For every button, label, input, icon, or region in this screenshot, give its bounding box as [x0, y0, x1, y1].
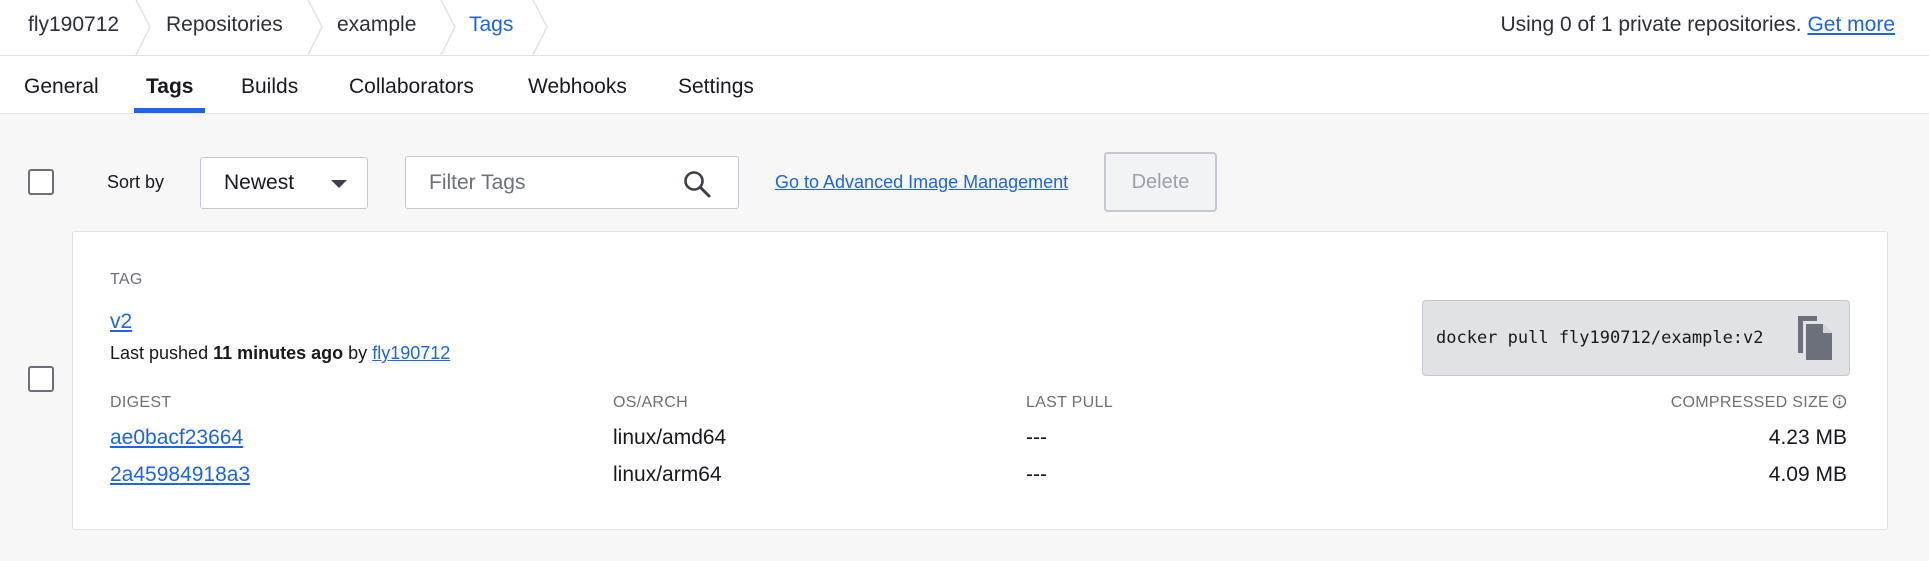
digest-column-header: DIGEST [110, 394, 172, 411]
top-bar: fly190712 Repositories example Tags Usin… [0, 0, 1929, 56]
chevron-separator-icon [135, 0, 151, 55]
chevron-down-icon [331, 180, 347, 188]
last-pull-column-header: LAST PULL [1026, 394, 1113, 411]
os-arch-value: linux/amd64 [613, 426, 727, 449]
pull-command: docker pull fly190712/example:v2 [1436, 328, 1764, 348]
select-all-checkbox[interactable] [28, 169, 54, 195]
filter-tags-input[interactable] [406, 157, 676, 208]
info-icon[interactable] [1832, 394, 1847, 409]
os-arch-value: linux/arm64 [613, 463, 722, 486]
usage-text: Using 0 of 1 private repositories. [1500, 13, 1802, 36]
pushed-time: 11 minutes ago [213, 343, 344, 363]
advanced-image-management-link[interactable]: Go to Advanced Image Management [775, 172, 1068, 193]
repo-tabs: General Tags Builds Collaborators Webhoo… [0, 56, 1929, 114]
pushed-by-word: by [348, 343, 368, 363]
tab-builds[interactable]: Builds [229, 56, 310, 113]
tag-name-link[interactable]: v2 [110, 310, 132, 334]
compressed-size-column-header: COMPRESSED SIZE [1670, 394, 1829, 411]
copy-icon[interactable] [1795, 313, 1835, 363]
breadcrumb-item-namespace[interactable]: fly190712 [28, 0, 119, 55]
pull-command-box: docker pull fly190712/example:v2 [1422, 300, 1850, 376]
sort-by-label: Sort by [107, 172, 165, 192]
get-more-link[interactable]: Get more [1807, 13, 1895, 36]
last-pull-value: --- [1026, 426, 1047, 449]
private-repo-usage: Using 0 of 1 private repositories. Get m… [1500, 0, 1895, 50]
tag-card: TAG v2 Last pushed 11 minutes ago by fly… [72, 231, 1888, 530]
breadcrumb-item-repositories[interactable]: Repositories [166, 0, 283, 55]
search-icon[interactable] [682, 169, 712, 199]
chevron-separator-icon [307, 0, 323, 55]
sort-select[interactable]: Newest [200, 157, 368, 209]
compressed-size-value: 4.23 MB [1768, 426, 1847, 449]
tag-row-checkbox[interactable] [28, 366, 54, 392]
tab-tags[interactable]: Tags [134, 56, 206, 113]
filter-tags [405, 156, 739, 209]
digest-link[interactable]: 2a45984918a3 [110, 463, 250, 487]
delete-button[interactable]: Delete [1104, 152, 1217, 212]
last-pushed-info: Last pushed 11 minutes ago by fly190712 [110, 343, 450, 364]
compressed-size-value: 4.09 MB [1768, 463, 1847, 486]
os-arch-column-header: OS/ARCH [613, 394, 688, 411]
sort-select-value: Newest [224, 171, 295, 194]
pushed-prefix: Last pushed [110, 343, 209, 363]
tab-general[interactable]: General [12, 56, 111, 113]
chevron-separator-icon [532, 0, 548, 55]
chevron-separator-icon [440, 0, 456, 55]
breadcrumb-item-tags[interactable]: Tags [469, 0, 513, 55]
breadcrumb-item-repo[interactable]: example [337, 0, 416, 55]
tab-settings[interactable]: Settings [666, 56, 766, 113]
pushed-by-user-link[interactable]: fly190712 [372, 343, 450, 363]
tag-column-header: TAG [110, 271, 143, 288]
tab-collaborators[interactable]: Collaborators [337, 56, 486, 113]
last-pull-value: --- [1026, 463, 1047, 486]
digest-link[interactable]: ae0bacf23664 [110, 426, 243, 450]
tab-webhooks[interactable]: Webhooks [516, 56, 639, 113]
